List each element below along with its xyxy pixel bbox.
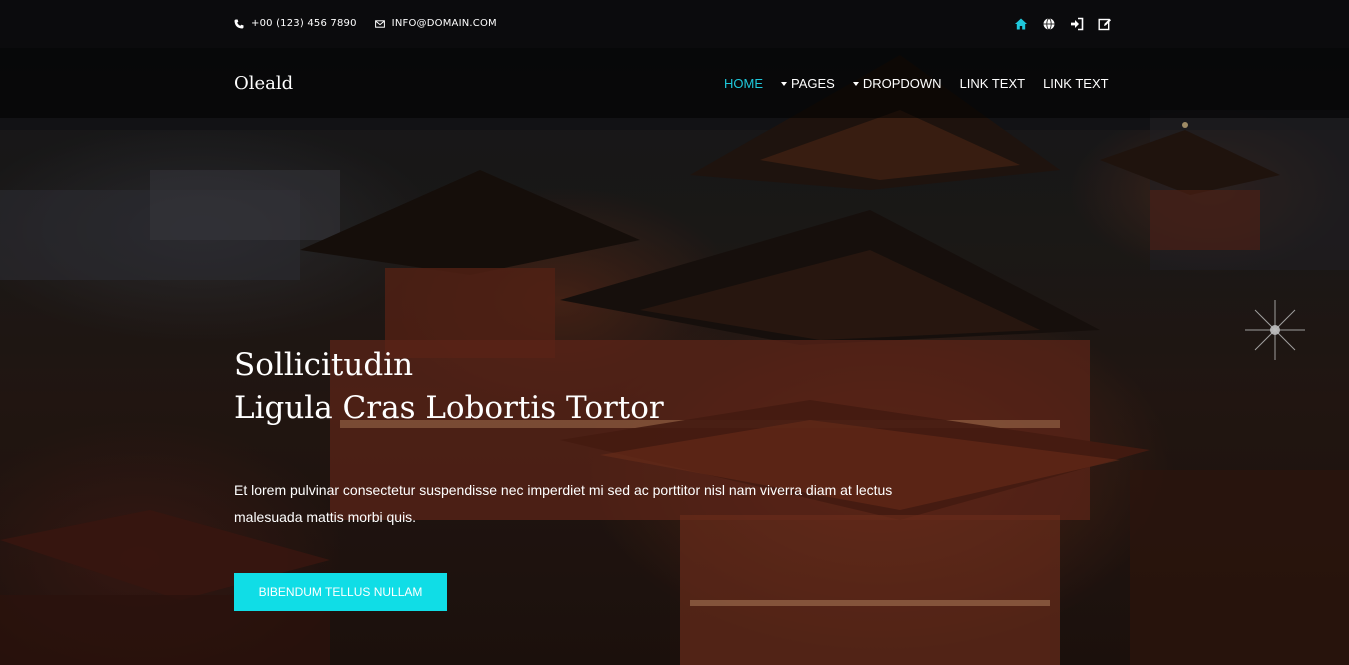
phone-icon <box>234 19 244 28</box>
nav-item-link-2[interactable]: LINK TEXT <box>1043 76 1109 91</box>
nav-item-label: LINK TEXT <box>959 76 1026 91</box>
contact-info: +00 (123) 456 7890 INFO@DOMAIN.COM <box>234 18 497 29</box>
sign-in-icon[interactable] <box>1070 17 1084 31</box>
nav-item-home[interactable]: HOME <box>724 76 763 91</box>
caret-down-icon <box>781 81 787 86</box>
nav-item-label: HOME <box>724 76 763 91</box>
hero-title-line-1: Sollicitudin <box>234 347 414 383</box>
nav-item-label: LINK TEXT <box>1043 76 1109 91</box>
phone-number: +00 (123) 456 7890 <box>251 18 357 29</box>
main-navbar: Oleald HOME PAGES DROPDOWN LINK TEXT LIN… <box>0 48 1349 118</box>
hero-section: +00 (123) 456 7890 INFO@DOMAIN.COM Oleal… <box>0 0 1349 665</box>
home-icon[interactable] <box>1014 17 1028 31</box>
edit-icon[interactable] <box>1098 17 1112 31</box>
cta-button[interactable]: BIBENDUM TELLUS NULLAM <box>234 573 447 611</box>
nav-item-pages[interactable]: PAGES <box>781 76 835 91</box>
email-address: INFO@DOMAIN.COM <box>391 18 497 29</box>
top-bar-icons <box>1014 17 1112 31</box>
nav-item-dropdown[interactable]: DROPDOWN <box>852 76 942 91</box>
hero-title: Sollicitudin Ligula Cras Lobortis Tortor <box>234 344 664 430</box>
hero-text: Et lorem pulvinar consectetur suspendiss… <box>234 482 893 525</box>
envelope-icon <box>374 19 385 28</box>
caret-down-icon <box>852 81 859 86</box>
nav-item-label: DROPDOWN <box>862 76 942 91</box>
globe-icon[interactable] <box>1042 17 1056 31</box>
phone-contact[interactable]: +00 (123) 456 7890 <box>234 18 357 29</box>
hero-title-line-2: Ligula Cras Lobortis Tortor <box>234 390 664 426</box>
nav-menu: HOME PAGES DROPDOWN LINK TEXT LINK TEXT <box>724 76 1109 91</box>
top-bar: +00 (123) 456 7890 INFO@DOMAIN.COM <box>0 0 1349 48</box>
brand-logo[interactable]: Oleald <box>234 73 293 94</box>
email-contact[interactable]: INFO@DOMAIN.COM <box>374 18 497 29</box>
nav-item-label: PAGES <box>791 76 835 91</box>
nav-item-link-1[interactable]: LINK TEXT <box>960 76 1026 91</box>
